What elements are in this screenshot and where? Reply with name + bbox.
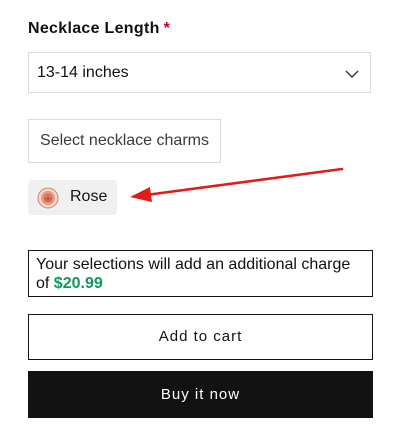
required-marker: * (163, 20, 171, 37)
add-to-cart-button[interactable]: Add to cart (28, 314, 373, 360)
chevron-down-icon (345, 70, 359, 78)
red-arrow-icon (130, 167, 344, 202)
charm-chip-label: Rose (70, 188, 108, 205)
necklace-length-select[interactable]: 13-14 inches (28, 52, 371, 93)
rose-charm-icon (37, 187, 59, 209)
necklace-length-value: 13-14 inches (37, 64, 129, 81)
additional-charge-notice: Your selections will add an additional c… (28, 250, 373, 297)
necklace-length-label-text: Necklace Length (28, 20, 160, 37)
additional-charge-price: $20.99 (53, 275, 103, 292)
charm-chip-rose[interactable]: Rose (28, 180, 117, 215)
necklace-length-label: Necklace Length * (28, 20, 170, 38)
select-charms-button[interactable]: Select necklace charms (28, 119, 221, 163)
buy-it-now-button[interactable]: Buy it now (28, 371, 373, 418)
